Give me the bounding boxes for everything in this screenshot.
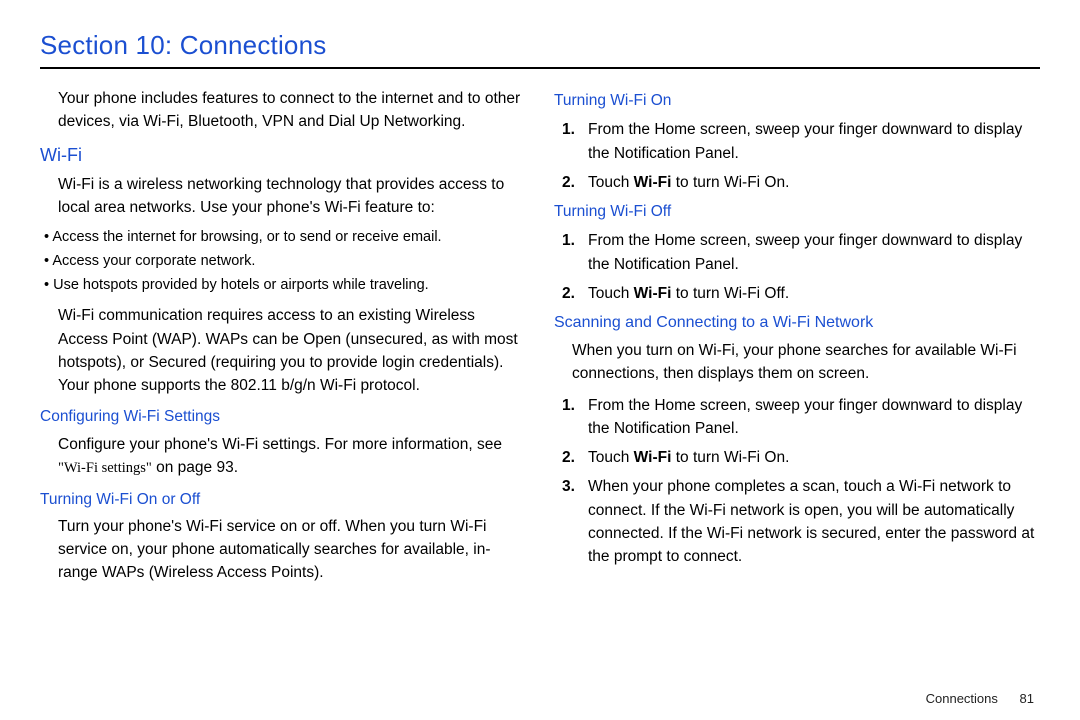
step-bold: Wi-Fi: [634, 174, 672, 191]
bullet-item: Access your corporate network.: [44, 251, 526, 273]
config-pre: Configure your phone's Wi-Fi settings. F…: [58, 436, 502, 453]
step-text: From the Home screen, sweep your finger …: [588, 232, 1022, 272]
scan-steps: 1. From the Home screen, sweep your fing…: [554, 394, 1040, 569]
onoff-paragraph: Turn your phone's Wi-Fi service on or of…: [40, 515, 526, 585]
step-post: to turn Wi-Fi Off.: [671, 285, 789, 302]
page-footer: Connections 81: [926, 691, 1034, 706]
bullet-item: Access the internet for browsing, or to …: [44, 227, 526, 249]
content-columns: Your phone includes features to connect …: [40, 83, 1040, 593]
step-text: From the Home screen, sweep your finger …: [588, 121, 1022, 161]
step-number: 1.: [562, 229, 575, 252]
footer-page-number: 81: [1020, 691, 1034, 706]
step-bold: Wi-Fi: [634, 449, 672, 466]
step-item: 1. From the Home screen, sweep your fing…: [588, 229, 1040, 276]
manual-page: Section 10: Connections Your phone inclu…: [0, 0, 1080, 720]
step-number: 1.: [562, 394, 575, 417]
step-pre: Touch: [588, 174, 634, 191]
step-pre: Touch: [588, 449, 634, 466]
heading-onoff: Turning Wi-Fi On or Off: [40, 488, 526, 511]
heading-scan: Scanning and Connecting to a Wi-Fi Netwo…: [554, 311, 1040, 335]
config-post: on page 93.: [152, 459, 238, 476]
config-quote: "Wi-Fi settings": [58, 460, 152, 476]
title-rule: [40, 67, 1040, 69]
step-text: Touch Wi-Fi to turn Wi-Fi On.: [588, 174, 789, 191]
config-paragraph: Configure your phone's Wi-Fi settings. F…: [40, 433, 526, 480]
step-number: 2.: [562, 446, 575, 469]
step-item: 2. Touch Wi-Fi to turn Wi-Fi On.: [588, 446, 1040, 469]
left-column: Your phone includes features to connect …: [40, 83, 526, 593]
step-text: Touch Wi-Fi to turn Wi-Fi Off.: [588, 285, 789, 302]
wifi-bullets: Access the internet for browsing, or to …: [40, 227, 526, 296]
step-number: 2.: [562, 282, 575, 305]
step-item: 3. When your phone completes a scan, tou…: [588, 475, 1040, 568]
step-text: From the Home screen, sweep your finger …: [588, 397, 1022, 437]
step-pre: Touch: [588, 285, 634, 302]
step-post: to turn Wi-Fi On.: [671, 174, 789, 191]
right-column: Turning Wi-Fi On 1. From the Home screen…: [554, 83, 1040, 593]
on-steps: 1. From the Home screen, sweep your fing…: [554, 118, 1040, 194]
intro-paragraph: Your phone includes features to connect …: [40, 87, 526, 134]
step-number: 1.: [562, 118, 575, 141]
wifi-intro: Wi-Fi is a wireless networking technolog…: [40, 173, 526, 220]
footer-section-label: Connections: [926, 691, 998, 706]
heading-config: Configuring Wi-Fi Settings: [40, 405, 526, 428]
wifi-wap-paragraph: Wi-Fi communication requires access to a…: [40, 304, 526, 397]
step-item: 1. From the Home screen, sweep your fing…: [588, 118, 1040, 165]
step-number: 3.: [562, 475, 575, 498]
step-item: 1. From the Home screen, sweep your fing…: [588, 394, 1040, 441]
step-text: When your phone completes a scan, touch …: [588, 478, 1034, 565]
step-item: 2. Touch Wi-Fi to turn Wi-Fi Off.: [588, 282, 1040, 305]
step-post: to turn Wi-Fi On.: [671, 449, 789, 466]
heading-wifi-on: Turning Wi-Fi On: [554, 89, 1040, 112]
off-steps: 1. From the Home screen, sweep your fing…: [554, 229, 1040, 305]
heading-wifi: Wi-Fi: [40, 142, 526, 169]
step-bold: Wi-Fi: [634, 285, 672, 302]
step-item: 2. Touch Wi-Fi to turn Wi-Fi On.: [588, 171, 1040, 194]
step-number: 2.: [562, 171, 575, 194]
step-text: Touch Wi-Fi to turn Wi-Fi On.: [588, 449, 789, 466]
section-title: Section 10: Connections: [40, 30, 1040, 61]
scan-intro: When you turn on Wi-Fi, your phone searc…: [554, 339, 1040, 386]
bullet-item: Use hotspots provided by hotels or airpo…: [44, 275, 526, 297]
heading-wifi-off: Turning Wi-Fi Off: [554, 200, 1040, 223]
